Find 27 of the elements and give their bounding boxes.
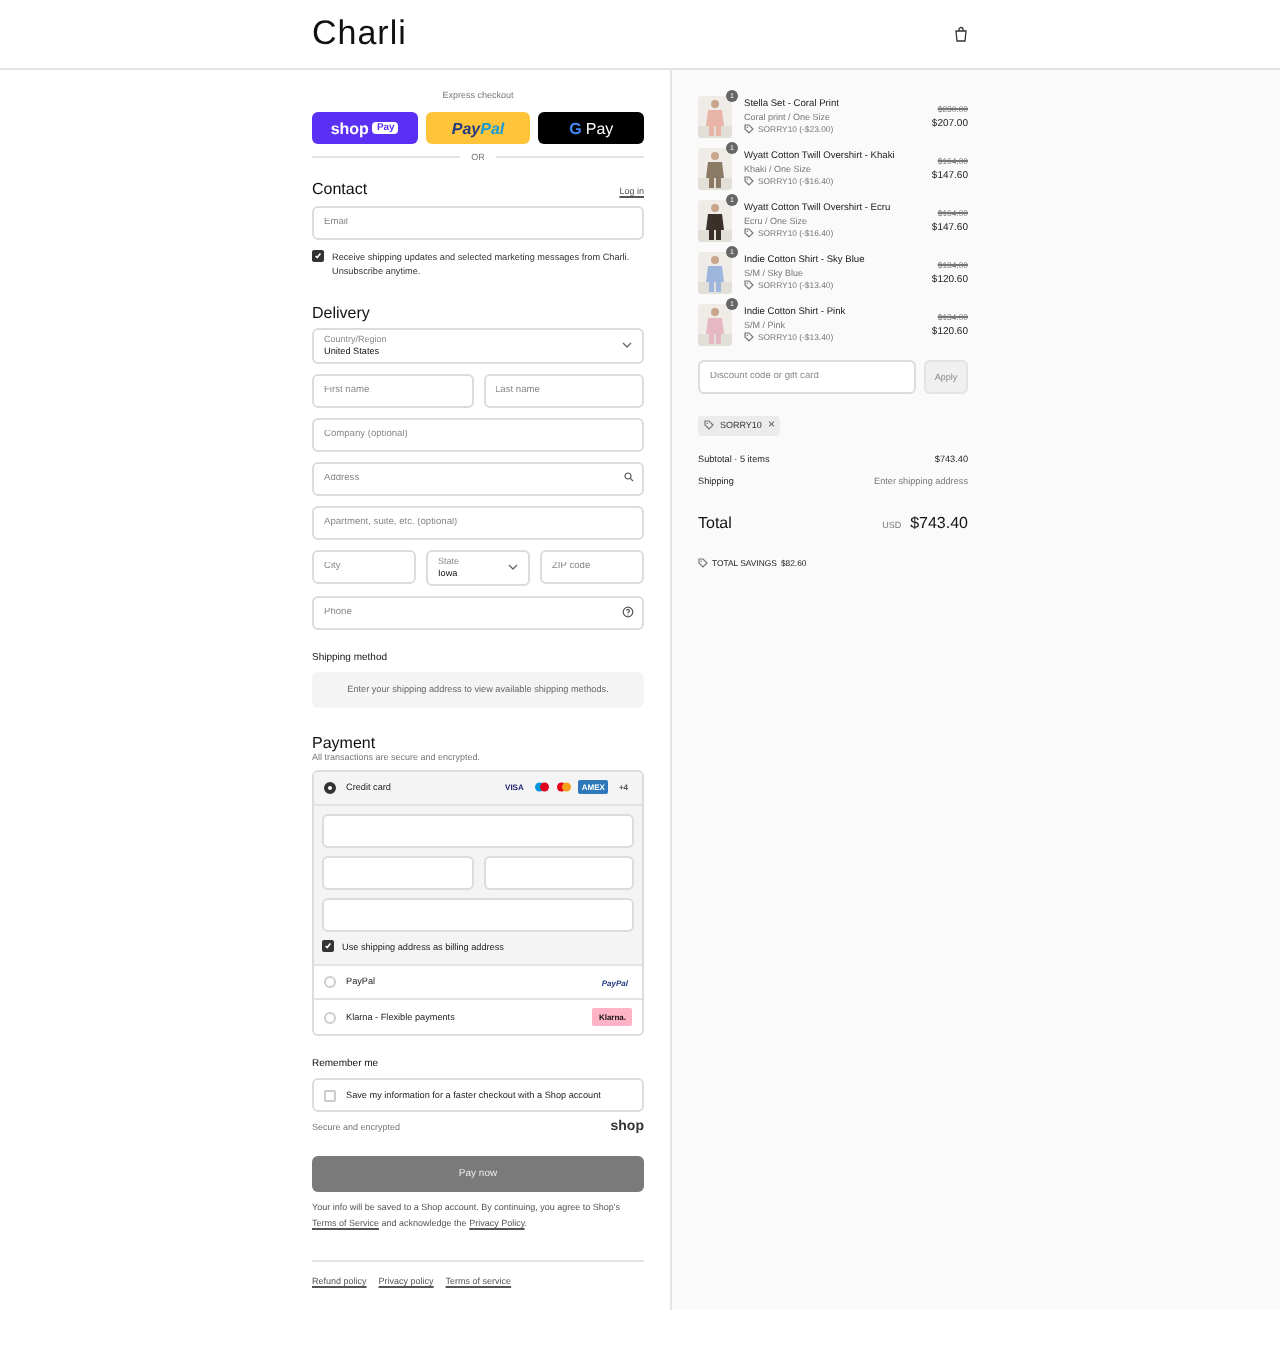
radio-button[interactable] (324, 781, 336, 794)
total-label: Total (698, 514, 732, 533)
tag-icon (744, 176, 754, 186)
shopping-bag-icon[interactable] (954, 26, 968, 42)
express-pay-button[interactable]: G Pay (538, 112, 645, 144)
tag-icon (704, 420, 714, 430)
total-value: $743.40 (910, 514, 968, 533)
section-title: Contact (312, 180, 368, 198)
card-field[interactable] (322, 813, 634, 848)
tag-icon (744, 280, 754, 290)
tag-icon (744, 228, 754, 238)
caret-icon (622, 342, 632, 349)
tag-icon (698, 558, 708, 569)
section-title: Payment (312, 733, 378, 752)
tag-icon (744, 332, 754, 342)
tag-icon (744, 124, 754, 134)
card-field[interactable] (483, 855, 634, 890)
card-field[interactable] (322, 897, 634, 932)
section-title: Delivery (312, 303, 372, 322)
search-icon (624, 471, 634, 482)
checkbox[interactable] (312, 250, 324, 262)
store-logo[interactable]: Charli (312, 14, 407, 54)
help-icon (622, 605, 634, 618)
express-pay-button[interactable]: PayPal (425, 112, 531, 144)
checkbox[interactable] (322, 940, 334, 953)
card-field[interactable] (322, 855, 473, 890)
caret-icon (508, 564, 518, 571)
